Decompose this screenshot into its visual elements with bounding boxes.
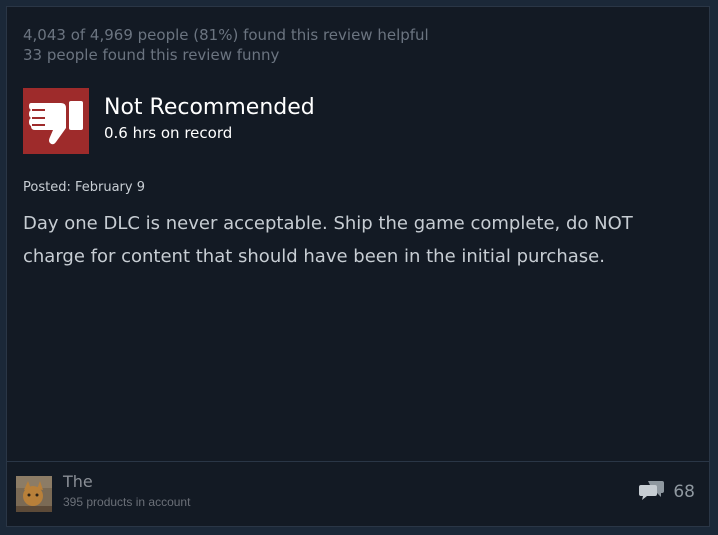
comment-count: 68 [673,482,695,502]
thumbs-down-icon[interactable] [23,88,89,154]
comments-button[interactable]: 68 [639,479,695,505]
user-avatar[interactable] [16,476,52,512]
funny-count-text: 33 people found this review funny [23,46,280,64]
review-card: 4,043 of 4,969 people (81%) found this r… [6,6,710,527]
author-products: 395 products in account [63,495,191,509]
author-name[interactable]: The [63,472,93,492]
helpful-count-text: 4,043 of 4,969 people (81%) found this r… [23,26,429,44]
footer-divider [7,461,709,462]
helpful-summary: 4,043 of 4,969 people (81%) found this r… [23,25,429,65]
comment-bubbles-icon [639,479,665,506]
posted-date: Posted: February 9 [23,180,145,195]
review-text: Day one DLC is never acceptable. Ship th… [23,213,633,267]
hours-on-record: 0.6 hrs on record [104,124,233,142]
verdict-title[interactable]: Not Recommended [104,95,315,121]
